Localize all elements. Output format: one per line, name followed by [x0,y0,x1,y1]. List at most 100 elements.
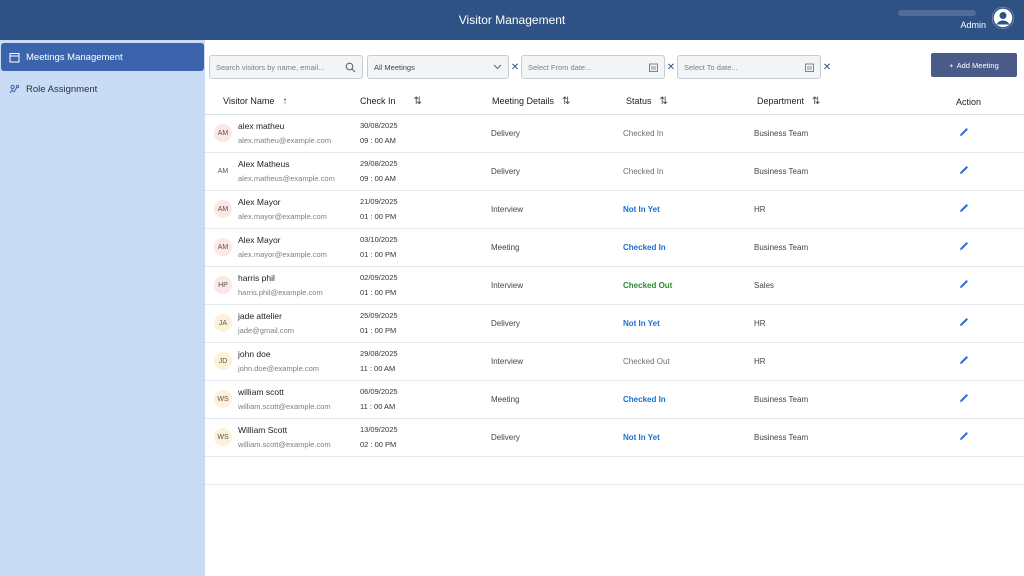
to-date-input[interactable]: Select To date... [677,55,821,79]
edit-pencil-icon[interactable] [958,430,970,442]
status-text: Checked Out [623,342,754,381]
add-meeting-button[interactable]: + Add Meeting [931,53,1017,77]
header-status[interactable]: Status ⇅ [623,90,754,115]
check-in-date: 29/08/2025 [360,349,398,358]
meeting-type: Meeting [491,380,623,419]
status-text: Checked In [623,152,754,191]
table-footer-divider [205,484,1024,485]
department-text: Business Team [754,380,904,419]
check-in-time: 01 : 00 PM [360,288,397,297]
check-in-date: 30/08/2025 [360,121,398,130]
edit-pencil-icon[interactable] [958,240,970,252]
sidebar-item-label: Meetings Management [26,51,123,63]
meetings-table: Visitor Name ↑ Check In ⇅ Meeting Details ⇅… [205,90,1024,457]
status-text: Checked Out [623,266,754,305]
table-row[interactable]: HP harris phil harris.phil@example.com 0… [205,266,1024,305]
meeting-type: Interview [491,190,623,229]
edit-pencil-icon[interactable] [958,278,970,290]
visitor-name: john doe [238,349,271,359]
edit-pencil-icon[interactable] [958,126,970,138]
department-text: Business Team [754,152,904,191]
department-text: Business Team [754,228,904,267]
calendar-icon [9,52,20,62]
visitor-name: Alex Mayor [238,235,281,245]
sidebar: Meetings Management Role Assignment [0,40,205,576]
header-meeting-details[interactable]: Meeting Details ⇅ [491,90,623,115]
check-in-date: 06/09/2025 [360,387,398,396]
from-date-placeholder: Select From date... [528,62,592,72]
sort-icon[interactable]: ⇅ [414,96,422,107]
clear-to-date-icon[interactable]: ✕ [821,62,833,73]
table-row[interactable]: JD john doe john.doe@example.com 29/08/2… [205,342,1024,381]
edit-pencil-icon[interactable] [958,354,970,366]
user-avatar-icon[interactable] [992,7,1014,29]
visitor-email: william.scott@example.com [238,440,331,449]
table-row[interactable]: WS william scott william.scott@example.c… [205,380,1024,419]
visitor-name: jade attelier [238,311,282,321]
table-row[interactable]: AM Alex Mayor alex.mayor@example.com 21/… [205,190,1024,229]
sidebar-item-meetings-management[interactable]: Meetings Management [1,43,204,71]
meeting-type: Delivery [491,304,623,343]
visitor-email: alex.matheu@example.com [238,136,332,145]
department-text: Business Team [754,114,904,153]
visitor-initials-avatar: AM [214,238,232,256]
sort-icon[interactable]: ⇅ [660,96,668,107]
sort-asc-icon[interactable]: ↑ [282,96,287,107]
sort-icon[interactable]: ⇅ [562,96,570,107]
visitor-initials-avatar: JD [214,352,232,370]
table-row[interactable]: AM Alex Matheus alex.matheus@example.com… [205,152,1024,191]
check-in-date: 21/09/2025 [360,197,398,206]
meeting-type: Interview [491,266,623,305]
add-meeting-label: Add Meeting [956,60,999,70]
check-in-time: 09 : 00 AM [360,174,396,183]
status-text: Checked In [623,228,754,267]
search-input[interactable]: Search visitors by name, email... [209,55,363,79]
check-in-time: 01 : 00 PM [360,326,397,335]
edit-pencil-icon[interactable] [958,164,970,176]
edit-pencil-icon[interactable] [958,316,970,328]
table-row[interactable]: AM Alex Mayor alex.mayor@example.com 03/… [205,228,1024,267]
table-row[interactable]: WS William Scott william.scott@example.c… [205,418,1024,457]
check-in-date: 03/10/2025 [360,235,398,244]
visitor-name: william scott [238,387,284,397]
meeting-type: Meeting [491,228,623,267]
visitor-initials-avatar: WS [214,390,232,408]
edit-pencil-icon[interactable] [958,392,970,404]
clear-from-date-icon[interactable]: ✕ [665,62,677,73]
check-in-time: 01 : 00 PM [360,212,397,221]
visitor-initials-avatar: AM [214,162,232,180]
visitor-name: alex matheu [238,121,285,131]
visitor-email: john.doe@example.com [238,364,319,373]
status-text: Checked In [623,114,754,153]
check-in-time: 01 : 00 PM [360,250,397,259]
check-in-date: 13/09/2025 [360,425,398,434]
header-check-in[interactable]: Check In ⇅ [360,90,491,115]
chevron-down-icon [493,64,502,70]
meeting-type: Delivery [491,114,623,153]
edit-pencil-icon[interactable] [958,202,970,214]
meeting-type: Interview [491,342,623,381]
meeting-type: Delivery [491,418,623,457]
plus-icon: + [949,60,954,70]
header-action: Action [904,90,1024,115]
visitor-name: William Scott [238,425,288,435]
meeting-type-select[interactable]: All Meetings [367,55,509,79]
check-in-time: 11 : 00 AM [360,364,396,373]
meeting-select-value: All Meetings [374,62,415,72]
check-in-time: 09 : 00 AM [360,136,396,145]
table-row[interactable]: JA jade attelier jade@gmail.com 25/09/20… [205,304,1024,343]
header-visitor-name[interactable]: Visitor Name ↑ [205,90,360,115]
header-department[interactable]: Department ⇅ [754,90,904,115]
clear-meeting-icon[interactable]: ✕ [509,62,521,73]
visitor-initials-avatar: AM [214,200,232,218]
visitor-email: harris.phil@example.com [238,288,323,297]
sort-icon[interactable]: ⇅ [812,96,820,107]
visitor-initials-avatar: AM [214,124,232,142]
status-text: Not In Yet [623,304,754,343]
user-menu[interactable]: Admin [898,6,1014,30]
from-date-input[interactable]: Select From date... [521,55,665,79]
visitor-email: alex.matheus@example.com [238,174,335,183]
department-text: HR [754,304,904,343]
sidebar-item-role-assignment[interactable]: Role Assignment [1,75,204,103]
table-row[interactable]: AM alex matheu alex.matheu@example.com 3… [205,114,1024,153]
